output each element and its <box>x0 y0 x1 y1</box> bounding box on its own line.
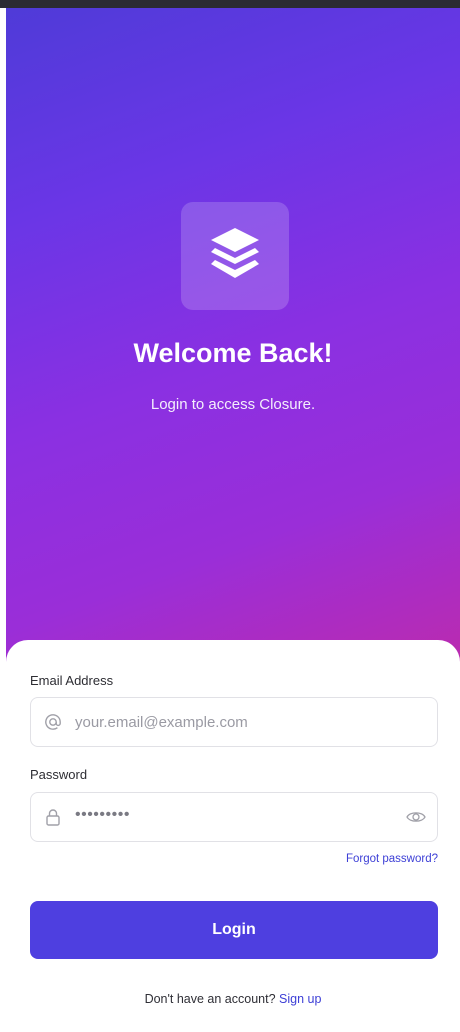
at-icon <box>43 712 63 732</box>
password-label: Password <box>30 767 88 782</box>
login-form-card: Email Address your.email@example.com Pas… <box>6 640 460 1032</box>
email-placeholder: your.email@example.com <box>75 714 248 731</box>
page-subtitle: Login to access Closure. <box>150 396 316 413</box>
email-field[interactable]: your.email@example.com <box>30 697 438 747</box>
forgot-password-link[interactable]: Forgot password? <box>346 853 438 865</box>
eye-icon[interactable] <box>405 807 427 827</box>
hero-banner: Welcome Back! Login to access Closure. <box>6 8 460 708</box>
lock-icon <box>43 807 63 827</box>
status-bar <box>0 0 460 8</box>
email-label: Email Address <box>30 673 114 688</box>
signup-row: Don't have an account? Sign up <box>6 992 460 1006</box>
login-button[interactable]: Login <box>30 901 438 959</box>
signup-link[interactable]: Sign up <box>279 992 321 1006</box>
password-field[interactable]: ••••••••• <box>30 792 438 842</box>
signup-prompt: Don't have an account? <box>144 992 276 1006</box>
app-logo <box>181 202 289 310</box>
layers-icon <box>203 222 267 291</box>
password-value: ••••••••• <box>75 806 130 823</box>
page-title: Welcome Back! <box>133 338 333 368</box>
